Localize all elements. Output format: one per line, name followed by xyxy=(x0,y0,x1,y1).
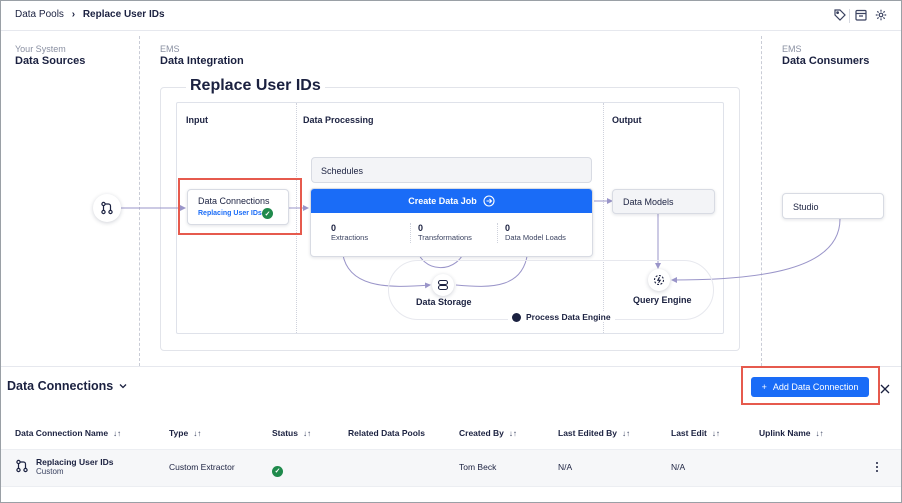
check-icon: ✓ xyxy=(272,465,283,477)
plus-icon: + xyxy=(761,382,767,392)
connection-type: Custom Extractor xyxy=(169,462,235,472)
git-branch-icon xyxy=(15,459,29,478)
created-by: Tom Beck xyxy=(459,462,497,472)
git-branch-icon xyxy=(101,201,113,215)
data-connections-status-text: Replacing User IDs xyxy=(198,210,262,217)
data-models-node[interactable]: Data Models xyxy=(612,189,715,214)
stat-divider xyxy=(497,223,498,243)
database-icon xyxy=(437,279,449,291)
connection-subtype: Custom xyxy=(36,467,64,476)
sort-icon[interactable]: ↓↑ xyxy=(193,429,201,438)
data-storage-label: Data Storage xyxy=(416,297,472,307)
schedules-node[interactable]: Schedules xyxy=(311,157,592,183)
last-edit: N/A xyxy=(671,462,686,472)
sort-icon[interactable]: ↓↑ xyxy=(113,429,121,438)
column-header-last-edited-by[interactable]: Last Edited By ↓↑ xyxy=(558,428,630,438)
data-source-node[interactable] xyxy=(93,194,121,222)
status-badge: ✓ xyxy=(272,460,283,478)
sort-icon[interactable]: ↓↑ xyxy=(712,429,720,438)
data-connections-node[interactable]: Data Connections Replacing User IDs ✓ xyxy=(187,189,289,225)
column-header-type[interactable]: Type ↓↑ xyxy=(169,428,201,438)
panel-title-label: Data Connections xyxy=(7,379,114,393)
data-connections-panel-title[interactable]: Data Connections xyxy=(7,379,127,393)
data-model-loads-count: 0 xyxy=(505,223,511,233)
last-edited-by: N/A xyxy=(558,462,573,472)
extractions-count: 0 xyxy=(331,223,337,233)
chevron-down-icon xyxy=(119,384,127,389)
data-storage-node[interactable] xyxy=(432,274,454,296)
extractions-stat[interactable]: 0 Extractions xyxy=(331,223,368,242)
studio-node[interactable]: Studio xyxy=(782,193,884,219)
process-data-engine-label: Process Data Engine xyxy=(526,312,611,322)
studio-label: Studio xyxy=(793,202,819,212)
data-model-loads-stat[interactable]: 0 Data Model Loads xyxy=(505,223,566,242)
sort-icon[interactable]: ↓↑ xyxy=(622,429,630,438)
data-models-label: Data Models xyxy=(623,197,674,207)
data-connections-node-label: Data Connections xyxy=(198,196,270,206)
add-data-connection-button[interactable]: + Add Data Connection xyxy=(751,377,869,397)
column-header-related-pools: Related Data Pools xyxy=(348,428,425,438)
more-vertical-icon[interactable] xyxy=(874,460,880,478)
create-data-job-button[interactable]: Create Data Job xyxy=(311,189,592,213)
sort-icon[interactable]: ↓↑ xyxy=(303,429,311,438)
extractions-label: Extractions xyxy=(331,233,369,242)
query-engine-node[interactable] xyxy=(648,269,670,291)
connection-name[interactable]: Replacing User IDs xyxy=(36,457,113,467)
column-header-name[interactable]: Data Connection Name ↓↑ xyxy=(15,428,121,438)
process-data-engine-badge: Process Data Engine xyxy=(508,312,615,322)
schedules-label: Schedules xyxy=(321,166,364,176)
create-data-job-card: Create Data Job 0 Extractions 0 Transfor… xyxy=(310,188,593,257)
query-engine-label: Query Engine xyxy=(633,295,692,305)
stat-divider xyxy=(410,223,411,243)
transformations-count: 0 xyxy=(418,223,424,233)
table-row[interactable] xyxy=(1,449,901,487)
transformations-stat[interactable]: 0 Transformations xyxy=(418,223,472,242)
transformations-label: Transformations xyxy=(418,233,472,242)
column-header-created-by[interactable]: Created By ↓↑ xyxy=(459,428,517,438)
sort-icon[interactable]: ↓↑ xyxy=(816,429,824,438)
query-engine-icon xyxy=(653,274,665,286)
check-icon: ✓ xyxy=(262,208,273,219)
process-engine-icon xyxy=(512,312,521,322)
create-data-job-label: Create Data Job xyxy=(408,196,477,206)
data-model-loads-label: Data Model Loads xyxy=(505,233,566,242)
arrow-right-circle-icon xyxy=(483,195,495,207)
close-icon[interactable] xyxy=(880,381,890,399)
sort-icon[interactable]: ↓↑ xyxy=(509,429,517,438)
column-header-last-edit[interactable]: Last Edit ↓↑ xyxy=(671,428,720,438)
add-data-connection-label: Add Data Connection xyxy=(772,382,859,392)
column-header-uplink-name[interactable]: Uplink Name ↓↑ xyxy=(759,428,824,438)
column-header-status[interactable]: Status ↓↑ xyxy=(272,428,311,438)
